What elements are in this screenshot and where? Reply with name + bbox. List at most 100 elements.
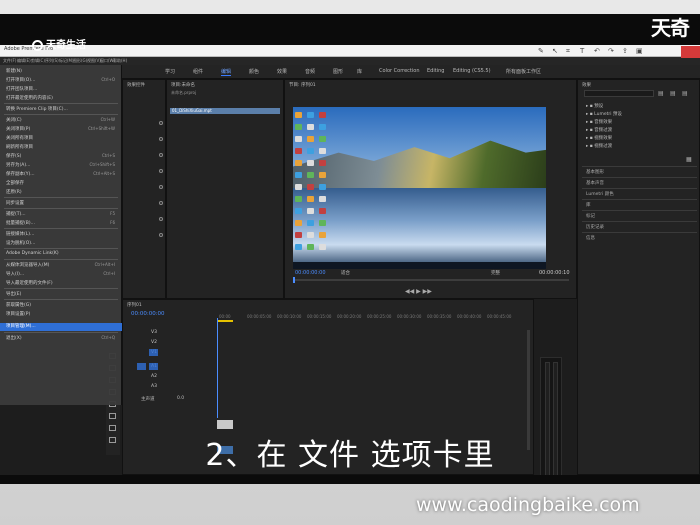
effects-panel: 效果 ▤ ▤ ▤ ▸ ▪ 预设 ▸ ▪ Lumetri 预设 ▸ ▪ 音频效果 …	[577, 79, 700, 475]
undo-icon[interactable]: ↶	[594, 47, 600, 55]
menu-file[interactable]: 文件(F)	[3, 58, 16, 64]
workspace-tab[interactable]: 学习	[165, 68, 175, 75]
save-icon[interactable]: ▣	[636, 47, 643, 55]
workspace-tab[interactable]: Color Correction	[379, 68, 420, 74]
folder-icon[interactable]: ▤	[670, 90, 676, 97]
file-menu-item[interactable]: 设为脱机(O)...	[6, 240, 35, 246]
text-icon[interactable]: T	[580, 47, 584, 55]
workspace-tab-active[interactable]: 编辑	[221, 68, 232, 76]
track-label-v2[interactable]: V2	[151, 340, 157, 345]
program-playhead[interactable]	[293, 277, 295, 283]
ruler-tick: 00:00:10:00	[277, 314, 302, 319]
master-volume[interactable]: 0.0	[177, 396, 184, 401]
program-timecode-in[interactable]: 00:00:00:00	[295, 270, 326, 276]
effects-folder[interactable]: ▸ ▪ 视频过渡	[586, 143, 612, 149]
file-menu-item[interactable]: 刷新所有项目	[6, 144, 33, 150]
effects-search-input[interactable]	[584, 90, 654, 97]
file-menu-item[interactable]: 捕捉(T)...	[6, 211, 26, 217]
workspace-tab[interactable]: 库	[357, 68, 362, 75]
file-menu-item[interactable]: 项目设置(P)	[6, 311, 30, 317]
menu-graphics[interactable]: 图形(G)	[73, 58, 87, 64]
ruler-tick: 00:00:35:00	[427, 314, 452, 319]
panel-section[interactable]: 库	[586, 202, 591, 208]
track-label-a2[interactable]: A2	[151, 374, 157, 379]
workspace-tab[interactable]: Editing (CS5.5)	[453, 68, 491, 74]
file-menu-item[interactable]: Adobe Dynamic Link(K)	[6, 251, 59, 256]
file-menu-item[interactable]: 退出(X)	[6, 335, 22, 341]
file-menu-item[interactable]: 从媒体浏览器导入(M)	[6, 262, 49, 268]
workspace-tab[interactable]: 所有面板工作区	[506, 68, 541, 75]
pen-tool-icon[interactable]	[109, 413, 116, 419]
effects-folder[interactable]: ▸ ▪ 音频过渡	[586, 127, 612, 133]
new-bin-icon[interactable]: ▤	[658, 90, 664, 97]
crop-icon[interactable]: ⌗	[566, 47, 570, 55]
work-area-bar[interactable]	[217, 320, 233, 322]
play-controls[interactable]: ◀◀ ▶ ▶▶	[405, 288, 432, 295]
delete-icon[interactable]: ▤	[682, 90, 688, 97]
workspace-tab[interactable]: 组件	[193, 68, 203, 75]
timeline-playhead[interactable]	[217, 318, 218, 418]
workspace-tab[interactable]: 图形	[333, 68, 343, 75]
menu-edit[interactable]: 编辑(E)	[17, 58, 31, 64]
workspace-tab[interactable]: 效果	[277, 68, 287, 75]
file-menu-item[interactable]: 关闭所有项目	[6, 135, 33, 141]
file-menu-item[interactable]: 导入(I)...	[6, 271, 24, 277]
file-menu-item[interactable]: 关闭(C)	[6, 117, 22, 123]
file-menu-item[interactable]: 还原(R)	[6, 189, 22, 195]
effects-folder[interactable]: ▸ ▪ 视频效果	[586, 135, 612, 141]
file-menu-item[interactable]: 转换 Premiere Clip 项目(C)...	[6, 106, 68, 112]
file-menu-item[interactable]: 关闭项目(P)	[6, 126, 30, 132]
share-icon[interactable]: ⇪	[622, 47, 628, 55]
workspace-tab[interactable]: 音频	[305, 68, 315, 75]
panel-section[interactable]: Lumetri 颜色	[586, 191, 614, 197]
file-menu-item[interactable]: 全部保存	[6, 180, 24, 186]
panel-section[interactable]: 基本声音	[586, 180, 604, 186]
file-menu-item[interactable]: 批量捕捉(B)...	[6, 220, 35, 226]
program-fit-select[interactable]: 适合	[341, 270, 350, 276]
file-menu-item[interactable]: 保存副本(Y)...	[6, 171, 35, 177]
track-label-v3[interactable]: V3	[151, 330, 157, 335]
file-menu-item[interactable]: 链接媒体(L)...	[6, 231, 34, 237]
program-timecode-out: 00:00:00:10	[539, 270, 570, 276]
close-button[interactable]	[681, 46, 700, 58]
menu-clip[interactable]: 剪辑(C)	[31, 58, 45, 64]
file-menu-item[interactable]: 获取属性(G)	[6, 302, 31, 308]
file-menu-item-highlighted[interactable]: 项目管理(M)...	[6, 323, 36, 329]
track-label-a3[interactable]: A3	[151, 384, 157, 389]
project-clip-name: 01_DiShiXiuGai.mpt	[172, 108, 212, 113]
project-clip-row[interactable]: 01_DiShiXiuGai.mpt	[170, 108, 280, 114]
timeline-timecode[interactable]: 00:00:00:00	[131, 311, 165, 317]
program-scrubber[interactable]	[293, 279, 569, 281]
menu-marker[interactable]: 标记(M)	[59, 58, 74, 64]
file-menu-item[interactable]: 打开团队项目...	[6, 86, 37, 92]
effects-folder[interactable]: ▸ ▪ Lumetri 预设	[586, 111, 622, 117]
menu-sequence[interactable]: 序列(S)	[45, 58, 59, 64]
file-menu-item[interactable]: 保存(S)	[6, 153, 21, 159]
menu-help[interactable]: 帮助(H)	[113, 58, 127, 64]
file-menu-item[interactable]: 另存为(A)...	[6, 162, 30, 168]
workspace-tab[interactable]: 颜色	[249, 68, 259, 75]
panel-section[interactable]: 标记	[586, 213, 595, 219]
redo-icon[interactable]: ↷	[608, 47, 614, 55]
panel-section[interactable]: 基本图形	[586, 169, 604, 175]
pen-icon[interactable]: ✎	[538, 47, 544, 55]
effects-new-item-icon[interactable]: ▦	[686, 156, 692, 163]
file-menu-item[interactable]: 同步设置	[6, 200, 24, 206]
effects-folder[interactable]: ▸ ▪ 预设	[586, 103, 603, 109]
select-icon[interactable]: ↖	[552, 47, 558, 55]
file-menu-item[interactable]: 导出(E)	[6, 291, 21, 297]
file-menu-shortcut: Ctrl+W	[100, 117, 115, 122]
panel-section[interactable]: 历史记录	[586, 224, 604, 230]
menu-view[interactable]: 视图(V)	[87, 58, 101, 64]
workspace-tab[interactable]: Editing	[427, 68, 444, 74]
file-menu-item[interactable]: 新建(N)	[6, 68, 22, 74]
timeline-ruler[interactable]: 00:00 00:00:05:00 00:00:10:00 00:00:15:0…	[217, 314, 529, 320]
panel-section[interactable]: 信息	[586, 235, 595, 241]
video-clip[interactable]	[217, 420, 233, 429]
file-menu-item[interactable]: 导入最近使用的文件(F)	[6, 280, 53, 286]
logo-ring-icon	[32, 39, 43, 51]
effects-folder[interactable]: ▸ ▪ 音频效果	[586, 119, 612, 125]
file-menu-item[interactable]: 打开最近使用的内容(E)	[6, 95, 53, 101]
file-menu-item[interactable]: 打开项目(O)...	[6, 77, 35, 83]
program-quality-select[interactable]: 完整	[491, 270, 500, 276]
